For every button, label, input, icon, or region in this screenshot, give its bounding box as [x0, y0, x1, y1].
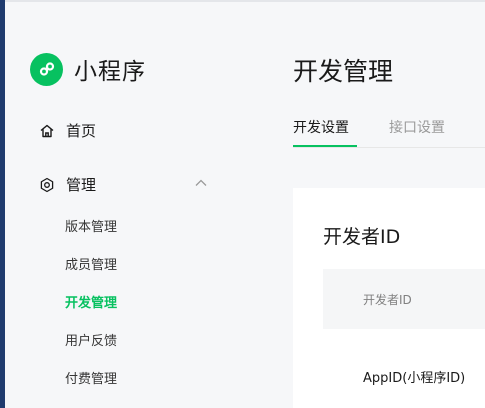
sidebar-item-manage[interactable]: 管理 — [38, 174, 208, 195]
sidebar-subitem-feedback[interactable]: 用户反馈 — [65, 330, 117, 349]
main-content: 开发管理 开发设置 接口设置 开发者ID 开发者ID AppID(小程序ID) — [265, 2, 485, 408]
miniprogram-logo-icon — [30, 52, 63, 86]
tab-api-settings[interactable]: 接口设置 — [389, 117, 445, 137]
sidebar-item-label: 首页 — [66, 122, 97, 140]
table-header: 开发者ID — [323, 269, 485, 329]
tab-bar: 开发设置 接口设置 — [293, 117, 485, 149]
manage-icon — [38, 176, 56, 194]
sidebar-subitem-development[interactable]: 开发管理 — [65, 292, 117, 311]
sidebar-subitem-payment[interactable]: 付费管理 — [65, 368, 117, 387]
home-icon — [38, 122, 56, 140]
app-logo[interactable]: 小程序 — [30, 52, 146, 86]
tab-dev-settings[interactable]: 开发设置 — [293, 117, 349, 137]
sidebar-subitem-version[interactable]: 版本管理 — [65, 216, 117, 235]
appid-label: AppID(小程序ID) — [363, 371, 466, 386]
tab-divider — [293, 147, 485, 148]
developer-id-card: 开发者ID 开发者ID AppID(小程序ID) — [293, 188, 485, 408]
sidebar: 小程序 首页 管理 版本管理 成员管理 开发管理 用户反馈 付费管理 — [5, 2, 265, 408]
chevron-up-icon[interactable] — [194, 176, 208, 194]
app-window: 小程序 首页 管理 版本管理 成员管理 开发管理 用户反馈 付费管理 开发管理 … — [0, 0, 485, 408]
card-title: 开发者ID — [323, 226, 401, 248]
app-name: 小程序 — [74, 59, 146, 85]
sidebar-item-home[interactable]: 首页 — [38, 120, 96, 141]
sidebar-item-label: 管理 — [66, 176, 97, 194]
table-header-cell: 开发者ID — [363, 293, 412, 307]
page-title: 开发管理 — [293, 57, 394, 86]
sidebar-subitem-members[interactable]: 成员管理 — [65, 254, 117, 273]
